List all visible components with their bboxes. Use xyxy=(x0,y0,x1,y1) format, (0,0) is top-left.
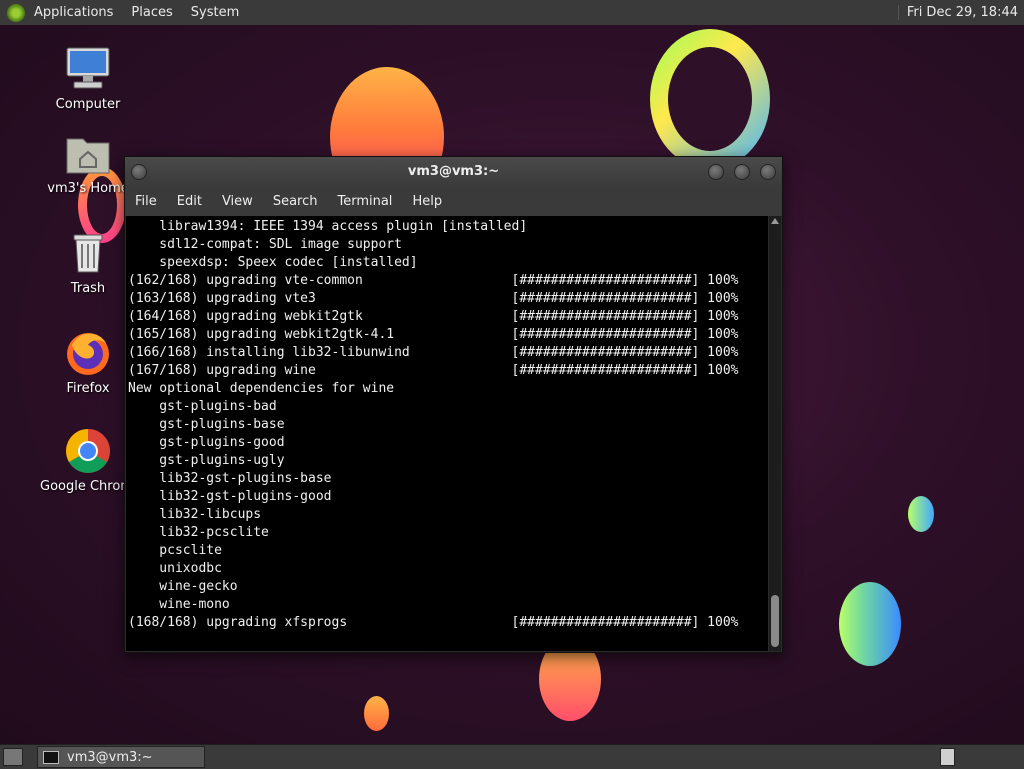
minimize-button[interactable] xyxy=(708,164,724,180)
menu-places[interactable]: Places xyxy=(122,0,181,25)
desktop-icon-label: Computer xyxy=(55,97,121,112)
terminal-scrollbar[interactable] xyxy=(769,216,781,651)
close-button[interactable] xyxy=(760,164,776,180)
terminal-line: unixodbc xyxy=(128,561,222,576)
desktop-icon-firefox[interactable]: Firefox xyxy=(40,329,136,396)
desktop-icon-label: Firefox xyxy=(66,381,110,396)
menu-terminal[interactable]: Terminal xyxy=(327,194,402,209)
terminal-line: gst-plugins-bad xyxy=(128,399,277,414)
menu-edit[interactable]: Edit xyxy=(167,194,212,209)
terminal-line: speexdsp: Speex codec [installed] xyxy=(128,255,418,270)
maximize-button[interactable] xyxy=(734,164,750,180)
top-panel: Applications Places System Fri Dec 29, 1… xyxy=(0,0,1024,26)
menu-file[interactable]: File xyxy=(125,194,167,209)
terminal-line: gst-plugins-base xyxy=(128,417,285,432)
terminal-line: (164/168) upgrading webkit2gtk [########… xyxy=(128,309,739,324)
terminal-line: libraw1394: IEEE 1394 access plugin [ins… xyxy=(128,219,528,234)
window-menu-icon[interactable] xyxy=(131,164,147,180)
terminal-line: (167/168) upgrading wine [##############… xyxy=(128,363,739,378)
desktop-icon-label: Google Chrome xyxy=(40,479,136,494)
terminal-output[interactable]: libraw1394: IEEE 1394 access plugin [ins… xyxy=(126,216,768,651)
menu-system[interactable]: System xyxy=(182,0,248,25)
terminal-text: libraw1394: IEEE 1394 access plugin [ins… xyxy=(126,216,768,632)
home-folder-icon xyxy=(64,129,112,177)
terminal-window[interactable]: vm3@vm3:~ File Edit View Search Terminal… xyxy=(124,156,783,653)
terminal-line: lib32-libcups xyxy=(128,507,262,522)
terminal-line: pcsclite xyxy=(128,543,222,558)
desktop-icon-computer[interactable]: Computer xyxy=(40,45,136,112)
distro-logo-icon[interactable] xyxy=(7,3,25,22)
scroll-up-arrow-icon[interactable] xyxy=(771,218,779,224)
terminal-line: (168/168) upgrading xfsprogs [##########… xyxy=(128,615,739,630)
workspace-switcher[interactable] xyxy=(940,748,955,766)
terminal-line: (166/168) installing lib32-libunwind [##… xyxy=(128,345,739,360)
computer-icon xyxy=(64,45,112,93)
terminal-line: lib32-pcsclite xyxy=(128,525,269,540)
terminal-line: wine-mono xyxy=(128,597,230,612)
terminal-line: (162/168) upgrading vte-common [########… xyxy=(128,273,739,288)
desktop-icon-trash[interactable]: Trash xyxy=(40,229,136,296)
wallpaper-shape xyxy=(908,496,934,532)
menu-help[interactable]: Help xyxy=(402,194,452,209)
terminal-line: gst-plugins-good xyxy=(128,435,285,450)
window-titlebar[interactable]: vm3@vm3:~ xyxy=(125,157,782,187)
wallpaper-ring xyxy=(650,29,770,169)
bottom-panel: vm3@vm3:~ xyxy=(0,744,1024,769)
taskbar-item-label: vm3@vm3:~ xyxy=(67,749,153,765)
terminal-line: New optional dependencies for wine xyxy=(128,381,395,396)
show-desktop-icon[interactable] xyxy=(3,748,23,766)
terminal-line: lib32-gst-plugins-good xyxy=(128,489,332,504)
terminal-line: (165/168) upgrading webkit2gtk-4.1 [####… xyxy=(128,327,739,342)
menu-search[interactable]: Search xyxy=(263,194,328,209)
terminal-menubar: File Edit View Search Terminal Help xyxy=(125,187,782,216)
terminal-line: wine-gecko xyxy=(128,579,238,594)
terminal-line: sdl12-compat: SDL image support xyxy=(128,237,402,252)
firefox-icon xyxy=(64,329,112,377)
taskbar-item-terminal[interactable]: vm3@vm3:~ xyxy=(37,746,205,768)
window-title: vm3@vm3:~ xyxy=(407,164,500,179)
desktop-icon-label: vm3's Home xyxy=(47,181,129,196)
scrollbar-thumb[interactable] xyxy=(771,595,779,647)
desktop-icon-label: Trash xyxy=(70,281,106,296)
chrome-icon xyxy=(64,427,112,475)
terminal-line: (163/168) upgrading vte3 [##############… xyxy=(128,291,739,306)
terminal-line: lib32-gst-plugins-base xyxy=(128,471,332,486)
menu-applications[interactable]: Applications xyxy=(25,0,122,25)
trash-icon xyxy=(64,229,112,277)
terminal-line: gst-plugins-ugly xyxy=(128,453,285,468)
clock[interactable]: Fri Dec 29, 18:44 xyxy=(897,5,1024,20)
terminal-icon xyxy=(43,750,59,764)
desktop-icon-home[interactable]: vm3's Home xyxy=(40,129,136,196)
menu-view[interactable]: View xyxy=(212,194,263,209)
wallpaper-shape xyxy=(364,696,389,731)
wallpaper-shape xyxy=(839,582,901,666)
desktop-icon-chrome[interactable]: Google Chrome xyxy=(40,427,136,494)
